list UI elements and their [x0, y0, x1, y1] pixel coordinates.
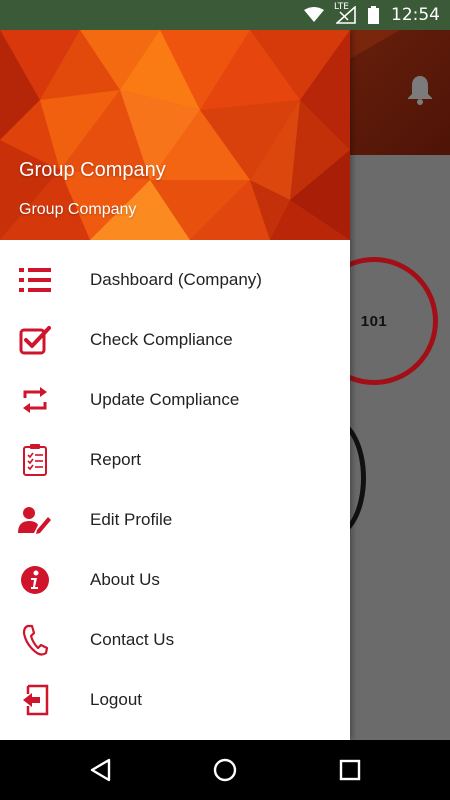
recents-square-icon [339, 759, 361, 781]
checkbox-icon [18, 323, 52, 357]
screen: LTE 12:54 101 Group Company Group Compan… [0, 0, 450, 800]
sync-icon [18, 383, 52, 417]
status-bar: LTE 12:54 [0, 0, 450, 30]
home-circle-icon [213, 758, 237, 782]
menu-item-label: Update Compliance [90, 390, 240, 409]
phone-icon [18, 623, 52, 657]
navigation-drawer: Group Company Group Company Dashboard (C… [0, 30, 350, 740]
network-type-label: LTE [334, 2, 349, 12]
info-icon [18, 563, 52, 597]
list-icon [18, 263, 52, 297]
menu-item-update-compliance[interactable]: Update Compliance [0, 370, 350, 430]
battery-icon [368, 6, 379, 24]
home-button[interactable] [213, 758, 237, 782]
status-icons: LTE 12:54 [304, 0, 440, 30]
menu-item-about-us[interactable]: About Us [0, 550, 350, 610]
gauge-value: 101 [360, 312, 388, 330]
recents-button[interactable] [338, 758, 362, 782]
signal-icon: LTE [332, 2, 360, 25]
drawer-menu: Dashboard (Company) Check Compliance Upd… [0, 240, 350, 730]
user-edit-icon [18, 503, 52, 537]
clipboard-icon [18, 443, 52, 477]
drawer-header: Group Company Group Company [0, 30, 350, 240]
system-nav-bar [0, 740, 450, 800]
menu-item-dashboard[interactable]: Dashboard (Company) [0, 250, 350, 310]
menu-item-label: Logout [90, 690, 142, 709]
menu-item-report[interactable]: Report [0, 430, 350, 490]
drawer-subtitle: Group Company [19, 201, 137, 218]
back-button[interactable] [88, 758, 112, 782]
menu-item-label: Report [90, 450, 142, 469]
notification-bell-icon[interactable] [406, 74, 434, 106]
drawer-title: Group Company [19, 159, 166, 181]
menu-item-label: Dashboard (Company) [90, 270, 262, 289]
menu-item-contact-us[interactable]: Contact Us [0, 610, 350, 670]
menu-item-label: Check Compliance [90, 330, 233, 349]
back-triangle-icon [90, 758, 111, 782]
logout-icon [18, 683, 52, 717]
menu-item-label: Contact Us [90, 630, 175, 649]
menu-item-label: About Us [90, 570, 160, 589]
menu-item-label: Edit Profile [90, 510, 173, 529]
menu-item-logout[interactable]: Logout [0, 670, 350, 730]
menu-item-check-compliance[interactable]: Check Compliance [0, 310, 350, 370]
wifi-icon [304, 7, 324, 22]
status-time: 12:54 [391, 5, 440, 25]
menu-item-edit-profile[interactable]: Edit Profile [0, 490, 350, 550]
